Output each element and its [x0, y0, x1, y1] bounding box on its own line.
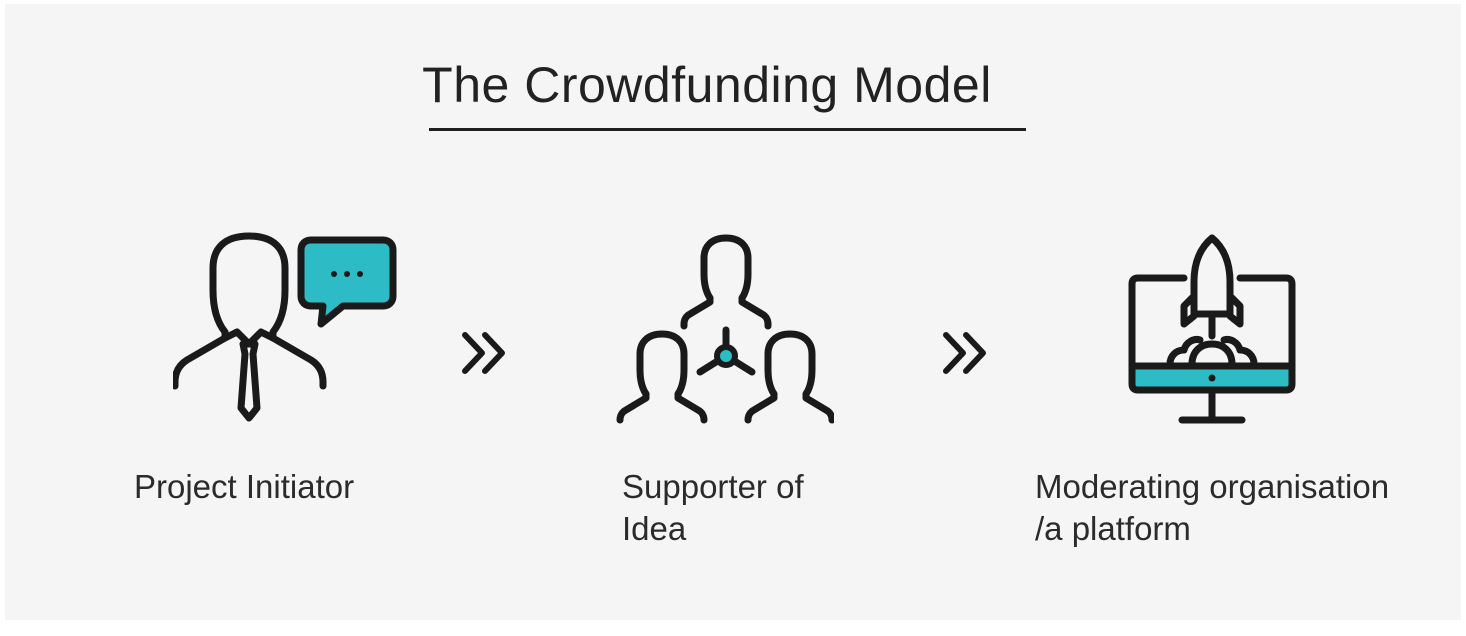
monitor-rocket-icon [1128, 234, 1296, 424]
step-label-moderating-organisation: Moderating organisation /a platform [1035, 466, 1389, 550]
step-label-project-initiator: Project Initiator [134, 466, 354, 508]
label-line: Project Initiator [134, 468, 355, 505]
label-line: Supporter of [622, 468, 804, 505]
label-line: /a platform [1035, 510, 1191, 547]
title-underline [429, 128, 1026, 131]
businessman-speech-bubble-icon [173, 232, 397, 422]
label-line: Moderating organisation [1035, 468, 1390, 505]
double-chevron-right-icon [462, 332, 505, 374]
double-chevron-right-icon [943, 332, 986, 374]
step-label-supporter-of-idea: Supporter of Idea [622, 466, 804, 550]
diagram-title: The Crowdfunding Model [422, 57, 992, 113]
diagram-canvas: The Crowdfunding Model Project Initiator… [5, 4, 1461, 620]
people-network-icon [616, 234, 834, 424]
label-line: Idea [622, 510, 687, 547]
